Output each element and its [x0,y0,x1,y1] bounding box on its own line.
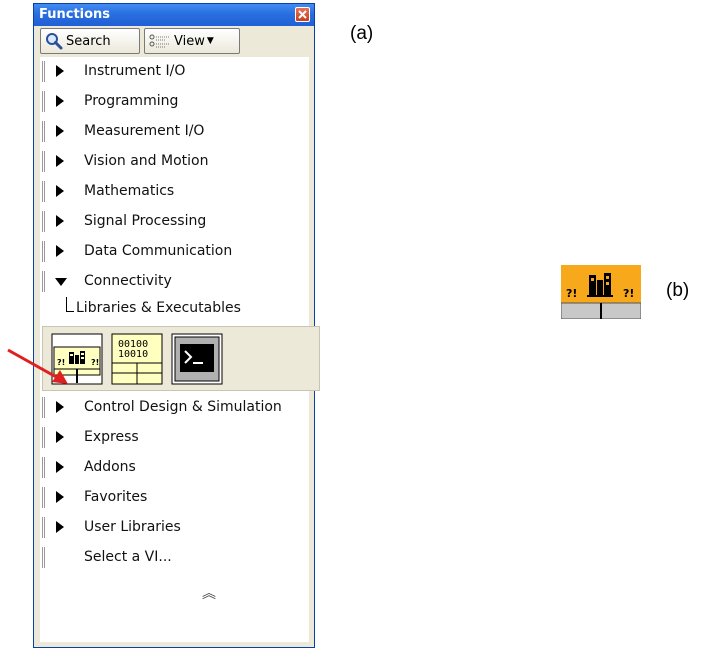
collapse-arrow-icon [55,278,67,286]
drag-handle [42,397,45,418]
category-user-libraries[interactable]: User Libraries [40,513,309,543]
drag-handle [42,61,45,82]
expand-arrow-icon [56,431,64,443]
palette-category-list: Instrument I/O Programming Measurement I… [40,57,320,642]
drag-handle [42,91,45,112]
magnifier-icon [46,33,63,50]
drag-handle [42,271,45,292]
drag-handle [42,517,45,538]
drag-handle [42,241,45,262]
view-button[interactable]: View ▼ [144,28,240,54]
category-label: Signal Processing [84,213,207,229]
dropdown-caret-icon: ▼ [206,36,214,46]
category-control-design-simulation[interactable]: Control Design & Simulation [40,393,309,423]
expand-arrow-icon [56,461,64,473]
category-label: Data Communication [84,243,233,259]
tree-connector [66,297,74,312]
category-label: Mathematics [84,183,175,199]
subcategory-libraries-executables[interactable]: Libraries & Executables [40,297,309,323]
category-programming[interactable]: Programming [40,87,309,117]
category-favorites[interactable]: Favorites [40,483,309,513]
category-label: Addons [84,459,136,475]
drag-handle [42,181,45,202]
double-chevron-up-icon[interactable]: ︽ [202,583,216,603]
category-vision-and-motion[interactable]: Vision and Motion [40,147,309,177]
svg-text:?!: ?! [91,358,99,367]
category-mathematics[interactable]: Mathematics [40,177,309,207]
category-label: Connectivity [84,273,172,289]
category-label: Measurement I/O [84,123,205,139]
vi-icon-panel: ?! ?! 00100 10010 [42,326,320,391]
category-label: User Libraries [84,519,181,535]
category-label: Instrument I/O [84,63,186,79]
category-signal-processing[interactable]: Signal Processing [40,207,309,237]
close-icon [298,10,307,19]
figure-label-a: (a) [350,23,374,44]
red-pointer-arrow-icon [7,348,68,384]
select-vi-item[interactable]: Select a VI... [40,543,309,573]
svg-text:10010: 10010 [118,349,148,360]
drag-handle [42,121,45,142]
svg-text:?!: ?! [623,287,634,300]
close-button[interactable] [295,7,310,22]
category-express[interactable]: Express [40,423,309,453]
palette-toolbar: Search View ▼ [40,28,240,56]
functions-palette: Functions Search View ▼ Instrument I/O P… [33,3,320,648]
svg-text:?!: ?! [566,287,577,300]
expand-arrow-icon [56,521,64,533]
drag-handle [42,457,45,478]
category-instrument-io[interactable]: Instrument I/O [40,57,309,87]
figure-label-b: (b) [666,280,690,301]
drag-handle [42,427,45,448]
system-exec-icon[interactable] [171,333,223,385]
category-label: Favorites [84,489,148,505]
title-bar[interactable]: Functions [34,4,314,26]
category-data-communication[interactable]: Data Communication [40,237,309,267]
expand-arrow-icon [56,95,64,107]
drag-handle [42,211,45,232]
drag-handle [42,547,45,568]
call-library-function-icon-enlarged: ?! ?! [560,265,642,320]
view-list-icon [149,34,169,48]
expand-arrow-icon [56,65,64,77]
category-label: Express [84,429,139,445]
category-label: Vision and Motion [84,153,209,169]
palette-title: Functions [39,7,111,22]
code-interface-node-icon[interactable]: 00100 10010 [111,333,163,385]
expand-arrow-icon [56,215,64,227]
search-button[interactable]: Search [40,28,140,54]
category-addons[interactable]: Addons [40,453,309,483]
expand-arrow-icon [56,125,64,137]
expand-arrow-icon [56,185,64,197]
expand-arrow-icon [56,401,64,413]
expand-arrow-icon [56,245,64,257]
search-label: Search [66,33,111,49]
category-label: Control Design & Simulation [84,399,282,415]
category-label: Programming [84,93,179,109]
category-connectivity[interactable]: Connectivity [40,267,309,297]
select-vi-label: Select a VI... [84,549,172,565]
view-label: View [174,33,205,49]
category-measurement-io[interactable]: Measurement I/O [40,117,309,147]
drag-handle [42,151,45,172]
expand-arrow-icon [56,155,64,167]
subcategory-label: Libraries & Executables [76,300,241,316]
drag-handle [42,487,45,508]
expand-arrow-icon [56,491,64,503]
